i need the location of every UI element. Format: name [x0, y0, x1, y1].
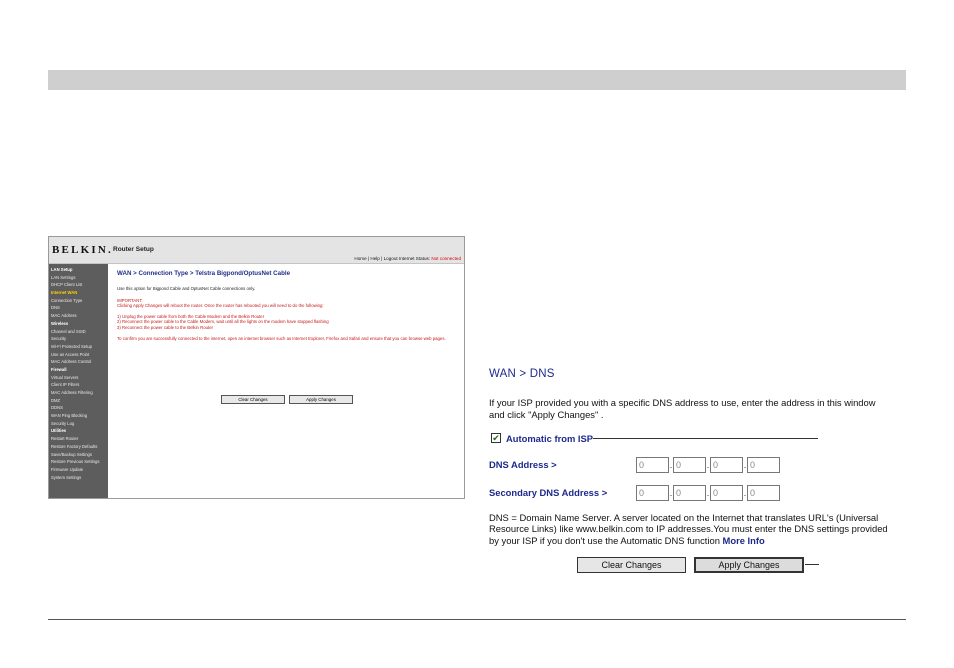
router-header: BELKIN. Router Setup Home | Help | Logou…: [49, 237, 464, 264]
router-apply-changes-button[interactable]: Apply Changes: [289, 395, 353, 404]
dns-octet-1[interactable]: [636, 457, 669, 473]
header-links-text[interactable]: Home | Help | Logout Internet Status:: [354, 256, 430, 261]
secondary-dns-octet-1[interactable]: [636, 485, 669, 501]
sidebar-item[interactable]: Virtual Servers: [49, 374, 108, 382]
dns-page-title: WAN > DNS: [489, 368, 555, 380]
sidebar-item[interactable]: Connection Type: [49, 297, 108, 305]
sidebar-item[interactable]: Firmware Update: [49, 466, 108, 474]
sidebar-item[interactable]: Security: [49, 335, 108, 343]
secondary-dns-address-label: Secondary DNS Address >: [489, 487, 608, 498]
sidebar-section-header: LAN Setup: [51, 267, 73, 272]
sidebar-item[interactable]: Internet WAN: [49, 289, 108, 297]
sidebar-item[interactable]: Use as Access Point: [49, 351, 108, 359]
sidebar-section-header: Utilities: [51, 428, 67, 434]
secondary-dns-octet-3[interactable]: [710, 485, 743, 501]
dns-octet-2[interactable]: [673, 457, 706, 473]
sidebar-item[interactable]: DMZ: [49, 397, 108, 405]
dns-address-label: DNS Address >: [489, 459, 557, 470]
sidebar-item[interactable]: WAN Ping Blocking: [49, 412, 108, 420]
router-buttons: Clear Changes Apply Changes: [221, 395, 353, 404]
callout-line: [593, 438, 818, 439]
sidebar-item[interactable]: LAN Settings: [49, 274, 108, 282]
dns-explanation: DNS = Domain Name Server. A server locat…: [489, 512, 893, 546]
secondary-dns-octet-2[interactable]: [673, 485, 706, 501]
sidebar-item[interactable]: DHCP Client List: [49, 281, 108, 289]
header-links[interactable]: Home | Help | Logout Internet Status: No…: [354, 256, 461, 261]
router-setup-title: Router Setup: [113, 246, 154, 253]
router-content: WAN > Connection Type > Telstra Bigpond/…: [108, 264, 464, 498]
sidebar-section-header: Wireless: [51, 320, 69, 326]
sidebar-item[interactable]: Restore Factory Defaults: [49, 443, 108, 451]
confirm-text: To confirm you are successfully connecte…: [117, 335, 446, 341]
dns-octet-3[interactable]: [710, 457, 743, 473]
secondary-dns-input-group: . . .: [636, 485, 780, 501]
more-info-link[interactable]: More Info: [723, 535, 765, 546]
callout-line: [805, 564, 819, 565]
router-setup-screenshot: BELKIN. Router Setup Home | Help | Logou…: [48, 236, 465, 499]
sidebar-item[interactable]: DDNS: [49, 404, 108, 412]
clear-changes-button[interactable]: Clear Changes: [577, 557, 686, 573]
footer-rule: [48, 619, 906, 620]
sidebar-item[interactable]: Security Log: [49, 420, 108, 428]
sidebar-item[interactable]: Wi-Fi Protected Setup: [49, 343, 108, 351]
automatic-from-isp-row[interactable]: ✔ Automatic from ISP: [491, 432, 593, 444]
secondary-dns-octet-4[interactable]: [747, 485, 780, 501]
apply-changes-button[interactable]: Apply Changes: [694, 557, 804, 573]
dns-explanation-text: DNS = Domain Name Server. A server locat…: [489, 512, 888, 546]
sidebar-item[interactable]: Restore Previous Settings: [49, 458, 108, 466]
sidebar-item[interactable]: Channel and SSID: [49, 328, 108, 336]
dns-octet-4[interactable]: [747, 457, 780, 473]
sidebar-item[interactable]: DNS: [49, 304, 108, 312]
belkin-logo: BELKIN.: [52, 244, 113, 256]
automatic-from-isp-label: Automatic from ISP: [506, 432, 593, 444]
internet-status: Not connected: [431, 256, 461, 261]
header-band: [48, 70, 906, 90]
sidebar-section-header: Firewall: [51, 366, 67, 372]
sidebar-item[interactable]: MAC Address Filtering: [49, 389, 108, 397]
dns-description: If your ISP provided you with a specific…: [489, 397, 876, 420]
connection-type-heading: WAN > Connection Type > Telstra Bigpond/…: [117, 270, 291, 277]
sidebar-item[interactable]: MAC Address Control: [49, 358, 108, 366]
automatic-from-isp-checkbox[interactable]: ✔: [491, 433, 501, 443]
router-clear-changes-button[interactable]: Clear Changes: [221, 395, 285, 404]
sidebar-item[interactable]: Save/Backup Settings: [49, 451, 108, 459]
sidebar-item[interactable]: Client IP Filters: [49, 381, 108, 389]
router-sidebar: LAN Setup LAN Settings DHCP Client List Int…: [49, 264, 108, 498]
dns-address-input-group: . . .: [636, 457, 780, 473]
sidebar-item[interactable]: MAC Address: [49, 312, 108, 320]
sidebar-item[interactable]: Restart Router: [49, 435, 108, 443]
sidebar-item[interactable]: System Settings: [49, 474, 108, 482]
